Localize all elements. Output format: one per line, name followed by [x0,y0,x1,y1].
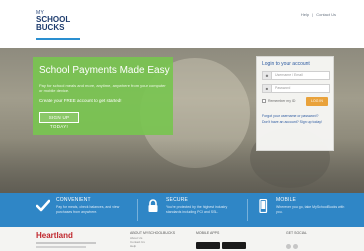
top-links: Help | Contact Us [301,12,336,17]
password-placeholder: Password [275,86,291,90]
promo-create-account-text: Create your FREE account to get started! [39,98,122,103]
feature-title: MOBILE [276,197,297,203]
contact-us-link[interactable]: Contact Us [316,12,336,17]
copyright-text-line2 [36,246,86,248]
logo-underline [36,38,80,40]
lock-icon: ■ [263,85,272,92]
feature-title: CONVENIENT [56,197,91,203]
password-field[interactable]: ■ Password [262,84,330,93]
login-button[interactable]: LOG IN [306,97,328,106]
remember-me[interactable]: Remember my ID [262,99,295,103]
help-link[interactable]: Help [301,12,309,17]
feature-description: Wherever you go, take MySchoolBucks with… [276,205,345,214]
login-panel: Login to your account ☻ Username / Email… [256,56,334,151]
twitter-icon[interactable] [293,244,298,249]
sign-up-button[interactable]: SIGN UP TODAY! [39,112,79,129]
forgot-credentials-link[interactable]: Forgot your username or password? [262,114,318,118]
app-store-badge[interactable] [196,242,220,249]
link-separator: | [312,12,314,17]
feature-description: You're protected by the highest industry… [166,205,228,214]
padlock-icon [148,199,158,212]
login-title: Login to your account [262,61,310,67]
username-placeholder: Username / Email [275,73,303,77]
footer-link-help[interactable]: Help [130,244,175,248]
heartland-logo[interactable]: Heartland [36,231,73,240]
user-icon: ☻ [263,72,272,79]
remember-label: Remember my ID [268,99,296,103]
username-field[interactable]: ☻ Username / Email [262,71,330,80]
myschoolbucks-logo[interactable]: MY SCHOOL BUCKS [36,10,80,40]
footer-apps-column: MOBILE APPS [196,231,248,251]
promo-panel: School Payments Made Easy Pay for school… [33,57,173,135]
copyright-text [36,242,96,244]
mobile-phone-icon [259,199,268,213]
footer-social-heading: GET SOCIAL [286,231,307,235]
feature-description: Pay for meals, check balances, and view … [56,205,120,214]
checkmark-icon [36,199,50,212]
footer-social-column: GET SOCIAL [286,231,307,251]
promo-title: School Payments Made Easy [39,65,170,76]
divider [247,199,248,221]
logo-line-bucks: BUCKS [36,23,65,32]
page: MY SCHOOL BUCKS Help | Contact Us School… [0,0,364,251]
sign-up-link[interactable]: Don't have an account? Sign up today! [262,120,322,124]
site-footer: Heartland ABOUT MYSCHOOLBUCKS About Us C… [0,227,364,251]
site-header: MY SCHOOL BUCKS Help | Contact Us [0,0,364,48]
footer-apps-heading: MOBILE APPS [196,231,220,235]
remember-checkbox[interactable] [262,99,266,103]
footer-about-column: ABOUT MYSCHOOLBUCKS About Us Contact Us … [130,231,175,248]
google-play-badge[interactable] [222,242,246,249]
facebook-icon[interactable] [286,244,291,249]
promo-subtitle: Pay for school meals and more, anytime, … [39,83,166,93]
feature-title: SECURE [166,197,189,203]
divider [137,199,138,221]
features-band: CONVENIENT Pay for meals, check balances… [0,193,364,227]
hero-banner: School Payments Made Easy Pay for school… [0,48,364,193]
